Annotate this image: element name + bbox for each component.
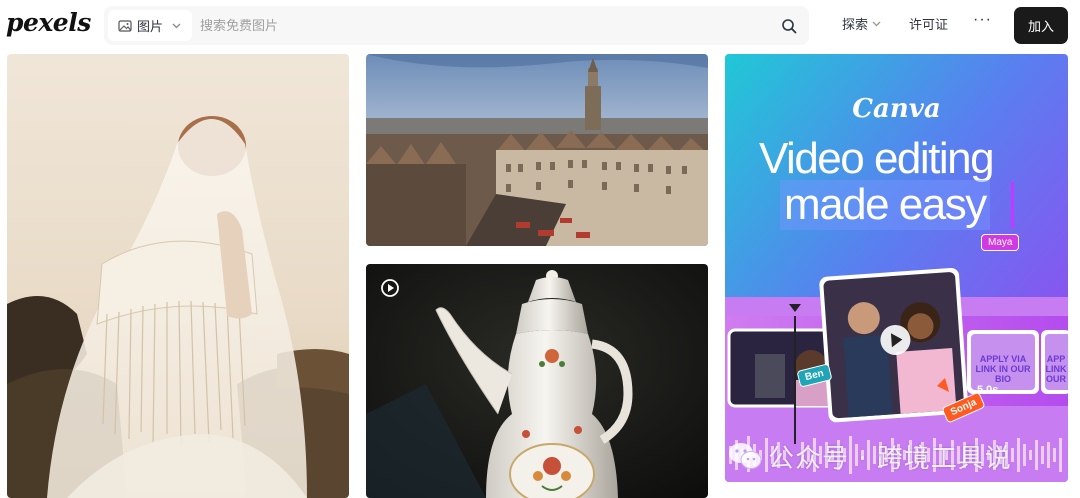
more-menu-icon[interactable]: ··· bbox=[973, 11, 992, 29]
search-type-label: 图片 bbox=[137, 19, 164, 34]
clip-caption: APPLY VIA LINK IN OUR BIO bbox=[975, 354, 1031, 384]
text-cursor bbox=[1011, 182, 1014, 228]
wechat-icon bbox=[729, 443, 762, 469]
search-icon[interactable] bbox=[777, 14, 801, 38]
play-circle-icon bbox=[380, 278, 402, 300]
search-type-dropdown[interactable]: 图片 bbox=[108, 10, 192, 41]
image-icon bbox=[118, 19, 132, 32]
ad-headline-line1: Video editing bbox=[759, 134, 995, 183]
teapot-image bbox=[366, 264, 708, 498]
pexels-logo[interactable]: pexels bbox=[6, 8, 91, 37]
nav-license[interactable]: 许可证 bbox=[909, 14, 948, 33]
city-photo[interactable] bbox=[366, 54, 708, 246]
clip-duration: 5.0s bbox=[977, 384, 999, 396]
wechat-watermark: 公众号 · 跨境工具说 bbox=[728, 436, 1012, 476]
canva-logo: Canva bbox=[852, 94, 941, 124]
teapot-video[interactable] bbox=[366, 264, 708, 498]
watermark-text: 公众号 · 跨境工具说 bbox=[768, 443, 1012, 474]
header: pexels 图片 探索 许可证 ··· 加入 bbox=[0, 0, 1080, 52]
join-button[interactable]: 加入 bbox=[1014, 7, 1068, 44]
chevron-down-icon bbox=[872, 21, 881, 26]
search-bar: 图片 bbox=[104, 6, 809, 45]
canva-ad[interactable]: Canva Video editing made easy Maya Ben S… bbox=[725, 54, 1068, 482]
bride-image bbox=[7, 54, 349, 498]
city-image bbox=[366, 54, 708, 246]
clip-caption-2: APP LINK OUR bbox=[1045, 354, 1067, 384]
chevron-down-icon bbox=[172, 20, 181, 32]
search-input[interactable] bbox=[200, 10, 760, 41]
nav-explore-label: 探索 bbox=[842, 17, 869, 32]
nav-explore[interactable]: 探索 bbox=[842, 14, 881, 33]
collaborator-tag-maya: Maya bbox=[981, 234, 1020, 251]
ad-headline-line2: made easy bbox=[780, 180, 990, 230]
bride-photo[interactable] bbox=[7, 54, 349, 498]
